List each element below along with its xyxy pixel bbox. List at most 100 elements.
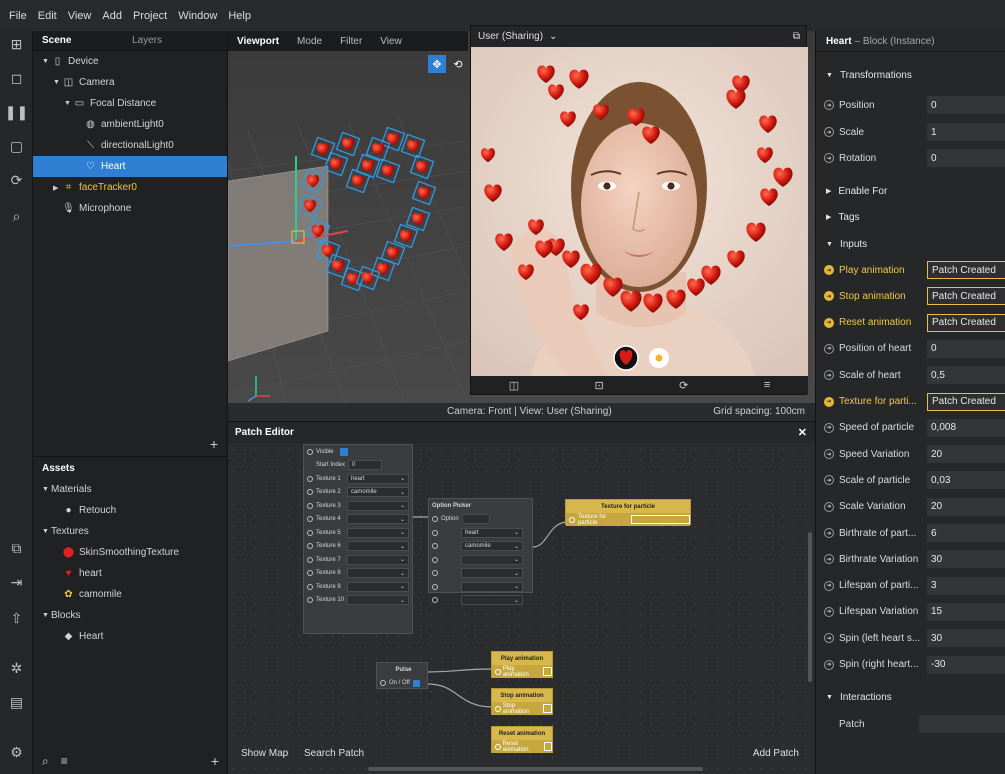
pulse-node[interactable]: Pulse On / Off bbox=[376, 662, 428, 689]
tab-layers[interactable]: Layers bbox=[123, 35, 171, 46]
picker-dropdown[interactable]: camomile ⌄ bbox=[461, 541, 523, 552]
share-preview-icon[interactable]: ⧉ bbox=[6, 538, 27, 559]
tree-item[interactable]: ▼ ◫ Camera bbox=[33, 72, 227, 93]
input-port[interactable] bbox=[307, 556, 313, 563]
camera-capture-icon[interactable]: ⊡ bbox=[595, 379, 604, 392]
input-port[interactable] bbox=[307, 516, 313, 523]
menu-file[interactable]: File bbox=[9, 10, 27, 22]
menu-edit[interactable]: Edit bbox=[38, 10, 57, 22]
connect-patch-icon[interactable]: ➔ bbox=[824, 554, 834, 565]
bug-icon[interactable]: ✲ bbox=[6, 658, 27, 679]
connect-patch-icon[interactable]: ➔ bbox=[824, 317, 834, 328]
connect-patch-icon[interactable]: ➔ bbox=[824, 659, 834, 670]
property-value[interactable]: Patch Created bbox=[927, 287, 1005, 306]
picker-dropdown[interactable]: ⌄ bbox=[461, 554, 523, 565]
texture-dropdown[interactable]: ⌄ bbox=[347, 595, 409, 606]
connect-patch-icon[interactable]: ➔ bbox=[824, 606, 834, 617]
texture-dropdown[interactable]: ⌄ bbox=[347, 500, 409, 511]
console-icon[interactable]: ▤ bbox=[6, 692, 27, 713]
preview-image[interactable] bbox=[471, 47, 808, 378]
property-value[interactable]: 0 bbox=[927, 149, 1005, 167]
tree-item[interactable]: ♥ heart bbox=[33, 563, 227, 584]
menu-view[interactable]: View bbox=[68, 10, 92, 22]
menu-icon[interactable]: ≡ bbox=[764, 379, 770, 391]
texture-dropdown[interactable]: ⌄ bbox=[347, 541, 409, 552]
input-port[interactable] bbox=[432, 583, 438, 590]
video-icon[interactable]: ◫ bbox=[509, 379, 519, 392]
patch-editor[interactable]: Patch Editor ✕ Visible Start Index 0 Text… bbox=[228, 421, 815, 774]
section-interactions[interactable]: ▼ Interactions bbox=[816, 684, 1005, 710]
property-value[interactable]: 0,008 bbox=[927, 418, 1005, 437]
input-port[interactable] bbox=[432, 516, 438, 523]
play-animation-node[interactable]: Play animation Play animation bbox=[491, 651, 553, 678]
input-port[interactable] bbox=[380, 680, 386, 687]
connect-patch-icon[interactable]: ➔ bbox=[824, 475, 834, 486]
property-value[interactable]: 30 bbox=[927, 629, 1005, 648]
texture-dropdown[interactable]: ⌄ bbox=[347, 554, 409, 565]
tab-scene[interactable]: Scene bbox=[33, 35, 123, 46]
tree-item[interactable]: ▼ Blocks bbox=[33, 605, 227, 626]
tree-item[interactable]: ▼ ▭ Focal Distance bbox=[33, 93, 227, 114]
expand-arrow-icon[interactable]: ▼ bbox=[64, 100, 73, 107]
rotate-device-icon[interactable]: ⟳ bbox=[679, 379, 688, 392]
stop-icon[interactable]: ▢ bbox=[6, 136, 27, 157]
option-picker-node[interactable]: Option Picker Option heart ⌄ camomile ⌄ ⌄ ⌄ ⌄ ⌄ bbox=[428, 498, 533, 606]
tab-filter[interactable]: Filter bbox=[331, 36, 371, 47]
property-value[interactable]: 0,03 bbox=[927, 471, 1005, 490]
heart-block-node[interactable]: Visible Start Index 0 Texture 1 heart ⌄ Text… bbox=[303, 444, 413, 634]
property-value[interactable]: 0 bbox=[927, 96, 1005, 114]
add-object-button[interactable]: + bbox=[210, 436, 218, 452]
preview-user-select[interactable]: User (Sharing) bbox=[478, 31, 543, 42]
tab-mode[interactable]: Mode bbox=[288, 36, 331, 47]
property-value[interactable]: 30 bbox=[927, 550, 1005, 569]
input-port[interactable] bbox=[307, 529, 313, 536]
layout-icon[interactable]: ⊞ bbox=[6, 34, 27, 55]
search-icon[interactable]: ⌕ bbox=[42, 754, 49, 769]
expand-arrow-icon[interactable]: ▼ bbox=[42, 528, 51, 535]
input-port[interactable] bbox=[307, 502, 313, 509]
input-port[interactable] bbox=[432, 597, 438, 604]
tree-item[interactable]: 🎙 Microphone bbox=[33, 198, 227, 219]
connect-patch-icon[interactable]: ➔ bbox=[824, 370, 834, 381]
texture-dropdown[interactable]: ⌄ bbox=[347, 581, 409, 592]
tree-item[interactable]: ✿ camomile bbox=[33, 584, 227, 605]
property-value[interactable]: 3 bbox=[927, 576, 1005, 595]
search-patch-button[interactable]: Search Patch bbox=[304, 748, 364, 759]
menu-project[interactable]: Project bbox=[133, 10, 167, 22]
picker-dropdown[interactable]: heart ⌄ bbox=[461, 527, 523, 538]
pause-icon[interactable]: ❚❚ bbox=[5, 102, 28, 123]
connect-patch-icon[interactable]: ➔ bbox=[824, 422, 834, 433]
vertical-scrollbar[interactable] bbox=[808, 532, 812, 682]
property-value[interactable]: 20 bbox=[927, 497, 1005, 516]
input-port[interactable] bbox=[432, 556, 438, 563]
input-port[interactable] bbox=[307, 583, 313, 590]
texture-dropdown[interactable]: heart ⌄ bbox=[347, 473, 409, 484]
tab-viewport[interactable]: Viewport bbox=[228, 36, 288, 47]
tree-item[interactable]: ● Retouch bbox=[33, 500, 227, 521]
connect-patch-icon[interactable]: ➔ bbox=[824, 580, 834, 591]
tree-item[interactable]: ◍ ambientLight0 bbox=[33, 114, 227, 135]
connect-patch-icon[interactable]: ➔ bbox=[824, 633, 834, 644]
tree-item[interactable]: ▶ ⌗ faceTracker0 bbox=[33, 177, 227, 198]
tree-item[interactable]: ♡ Heart bbox=[33, 156, 227, 177]
connect-patch-icon[interactable]: ➔ bbox=[824, 396, 834, 407]
patch-field[interactable] bbox=[919, 715, 1005, 733]
picker-dropdown[interactable]: ⌄ bbox=[461, 581, 523, 592]
connect-patch-icon[interactable]: ➔ bbox=[824, 100, 834, 110]
input-port[interactable] bbox=[307, 597, 313, 604]
visible-checkbox[interactable] bbox=[339, 447, 348, 456]
connect-patch-icon[interactable]: ➔ bbox=[824, 127, 834, 137]
connect-patch-icon[interactable]: ➔ bbox=[824, 265, 834, 275]
input-port[interactable] bbox=[307, 570, 313, 577]
input-port[interactable] bbox=[307, 448, 313, 455]
tree-item[interactable]: ◆ Heart bbox=[33, 626, 227, 647]
tree-item[interactable]: ▼ Materials bbox=[33, 479, 227, 500]
tab-view[interactable]: View bbox=[371, 36, 411, 47]
menu-window[interactable]: Window bbox=[178, 10, 217, 22]
tree-item[interactable]: ⬤ SkinSmoothingTexture bbox=[33, 542, 227, 563]
input-port[interactable] bbox=[307, 489, 313, 496]
property-value[interactable]: Patch Created bbox=[927, 313, 1005, 332]
input-port[interactable] bbox=[307, 475, 313, 482]
section-inputs[interactable]: ▼ Inputs bbox=[816, 231, 1005, 257]
texture-dropdown[interactable]: ⌄ bbox=[347, 568, 409, 579]
